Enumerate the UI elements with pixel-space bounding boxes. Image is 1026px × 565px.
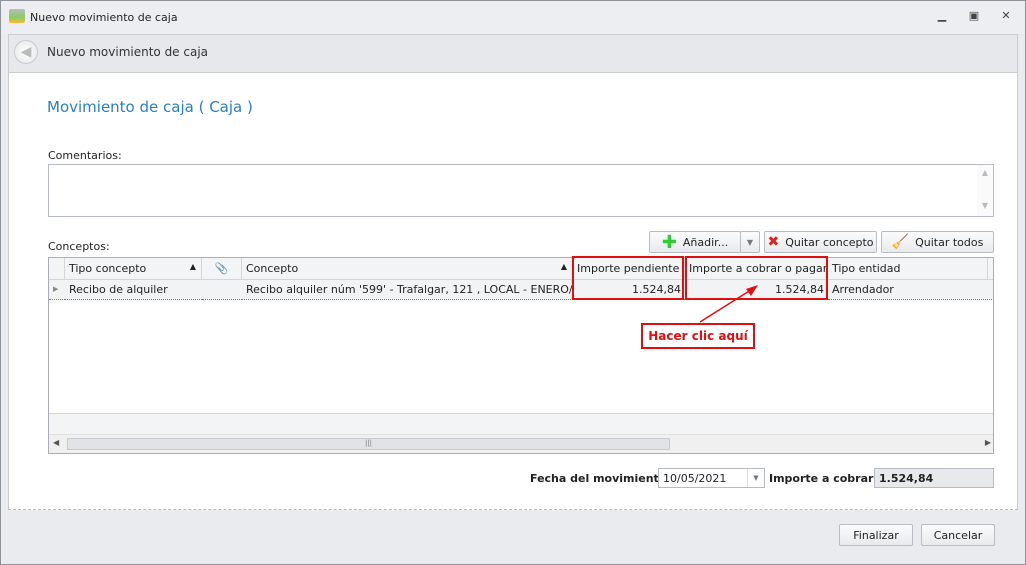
annotation-callout: Hacer clic aquí (641, 323, 755, 349)
date-label: Fecha del movimiento (530, 472, 667, 485)
comments-scrollbar[interactable]: ▲ ▼ (977, 165, 993, 216)
amount-field: 1.524,84 (874, 468, 994, 488)
cell-tipo[interactable]: Recibo de alquiler (65, 280, 202, 300)
horizontal-scrollbar[interactable]: ◀ ||| ▶ (49, 434, 993, 453)
concepts-grid[interactable]: Tipo concepto ▲ 📎 Concepto ▲ Importe pendi… (48, 257, 994, 454)
concepts-label: Conceptos: (48, 240, 110, 253)
back-button[interactable]: ◀ (14, 40, 38, 64)
comments-input[interactable]: ▲ ▼ (48, 164, 994, 217)
finish-button[interactable]: Finalizar (839, 524, 913, 546)
paperclip-icon: 📎 (214, 262, 229, 275)
scroll-right-icon[interactable]: ▶ (985, 438, 991, 447)
date-input[interactable]: 10/05/2021 ▼ (658, 468, 765, 488)
highlight-importe-pendiente (572, 256, 684, 300)
sort-asc-icon: ▲ (560, 262, 567, 271)
add-dropdown-button[interactable]: ▼ (740, 231, 760, 253)
column-header-attachment[interactable]: 📎 (202, 258, 242, 280)
add-button[interactable]: ✚ Añadir... (649, 231, 741, 253)
header-label: Concepto (246, 262, 299, 275)
header-label: Tipo concepto (69, 262, 147, 275)
date-value: 10/05/2021 (663, 472, 727, 485)
sort-asc-icon: ▲ (189, 262, 196, 271)
plus-icon: ✚ (661, 231, 677, 253)
column-header-tipo-entidad[interactable]: Tipo entidad (828, 258, 988, 280)
remove-all-button[interactable]: 🧹 Quitar todos (881, 231, 994, 253)
row-indicator-header (49, 258, 65, 280)
comments-label: Comentarios: (48, 149, 122, 162)
chevron-down-icon: ▼ (746, 237, 754, 247)
back-arrow-icon: ◀ (20, 44, 32, 60)
minimize-button[interactable]: ▁ (934, 9, 950, 23)
remove-all-label: Quitar todos (915, 235, 984, 249)
remove-label: Quitar concepto (785, 235, 874, 249)
row-indicator[interactable]: ▶ (49, 280, 65, 300)
cell-concepto[interactable]: Recibo alquiler núm '599' - Trafalgar, 1… (242, 280, 573, 300)
window-title: Nuevo movimiento de caja (30, 11, 178, 24)
cancel-button[interactable]: Cancelar (921, 524, 995, 546)
column-header-tipo-concepto[interactable]: Tipo concepto ▲ (65, 258, 202, 280)
cash-register-icon (9, 9, 25, 23)
page-title: Movimiento de caja ( Caja ) (47, 98, 253, 116)
remove-concept-button[interactable]: ✖ Quitar concepto (764, 231, 877, 253)
add-label: Añadir... (682, 235, 729, 249)
cell-entidad[interactable]: Arrendador (828, 280, 993, 300)
close-button[interactable]: ✕ (998, 9, 1014, 23)
red-x-icon: ✖ (767, 234, 780, 250)
column-header-more[interactable] (988, 258, 993, 280)
header-title: Nuevo movimiento de caja (47, 45, 209, 59)
scrollbar-thumb[interactable]: ||| (67, 438, 670, 450)
chevron-down-icon[interactable]: ▼ (747, 469, 764, 487)
maximize-button[interactable]: ▣ (966, 9, 982, 23)
broom-icon: 🧹 (891, 234, 910, 250)
grid-footer (49, 413, 993, 434)
scroll-left-icon[interactable]: ◀ (53, 438, 59, 447)
cell-adjunto[interactable] (202, 280, 242, 300)
column-header-concepto[interactable]: Concepto ▲ (242, 258, 573, 280)
amount-label: Importe a cobrar: (769, 472, 878, 485)
